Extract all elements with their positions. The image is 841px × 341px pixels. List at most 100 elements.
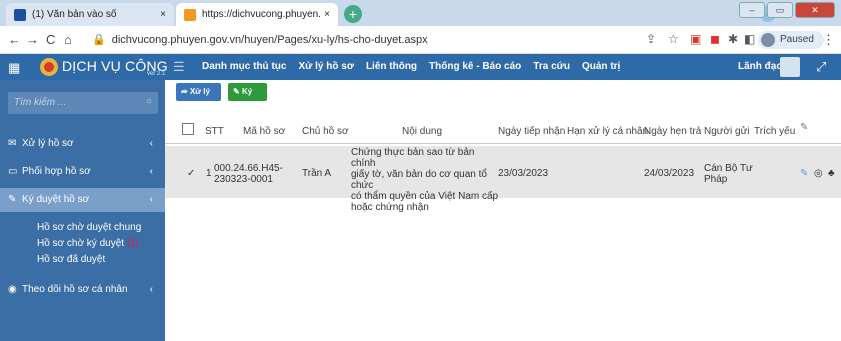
nguoi-gui-line-1: Cán Bộ Tư <box>704 163 753 174</box>
menu-xu-ly-ho-so[interactable]: Xử lý hồ sơ <box>298 61 353 72</box>
subitem-label: Hồ sơ đã duyệt <box>37 254 106 265</box>
reload-icon[interactable]: C <box>46 32 55 47</box>
col-ngay-tiep-nhan: Ngày tiếp nhận <box>498 126 566 137</box>
chevron-left-icon: ‹ <box>149 194 153 205</box>
select-all-checkbox[interactable] <box>182 123 194 135</box>
share-icon[interactable]: ⇪ <box>646 32 656 46</box>
profile-button[interactable]: Paused <box>758 31 824 49</box>
col-chu-ho-so: Chủ hồ sơ <box>302 126 349 137</box>
browser-menu-icon[interactable]: ⋮ <box>822 32 835 48</box>
menu-tra-cuu[interactable]: Tra cứu <box>533 61 570 72</box>
cell-stt: 1 <box>206 168 212 179</box>
ma-ho-so-line-2: 230323-0001 <box>214 174 273 185</box>
tab-close-icon[interactable]: × <box>160 9 166 20</box>
fullscreen-icon[interactable]: ⤢ <box>816 59 826 75</box>
envelope-icon: ✉ <box>8 138 17 149</box>
back-icon[interactable]: ← <box>8 32 21 47</box>
tab-title: (1) Văn bản vào sổ <box>32 9 117 20</box>
lock-icon: 🔒 <box>92 34 106 46</box>
ma-ho-so-line-1: 000.24.66.H45- <box>214 163 283 174</box>
user-role[interactable]: Lãnh đạo <box>738 61 782 72</box>
app-version: ver 2.1 <box>147 71 166 77</box>
sidebar-item-theo-doi-ho-so-ca-nhan[interactable]: ◉ Theo dõi hồ sơ cá nhân ‹ <box>0 278 165 302</box>
pencil-icon: ✎ <box>8 194 17 205</box>
menu-lien-thong[interactable]: Liên thông <box>366 61 417 72</box>
table-row[interactable]: ✓ 1 000.24.66.H45- 230323-0001 Trần A Ch… <box>165 146 841 213</box>
apps-grid-icon[interactable]: ▦ <box>8 60 20 76</box>
window-controls: – ▭ ✕ <box>739 2 835 18</box>
sidebar-item-xu-ly-ho-so[interactable]: ✉ Xử lý hồ sơ ‹ <box>0 132 165 156</box>
sidebar-item-label: Ký duyệt hồ sơ <box>22 194 90 205</box>
national-emblem-logo <box>40 58 58 76</box>
sidebar-subitem-cho-ky-duyet[interactable]: Hồ sơ chờ ký duyệt (1) <box>37 238 139 249</box>
menu-quan-tri[interactable]: Quản trị <box>582 61 620 72</box>
nguoi-gui-line-2: Pháp <box>704 174 728 185</box>
col-nguoi-gui: Người gửi <box>704 126 750 137</box>
menu-thong-ke-bao-cao[interactable]: Thống kê - Báo cáo <box>429 61 521 72</box>
subitem-label: Hồ sơ chờ ký duyệt <box>37 238 125 249</box>
forward-icon[interactable]: → <box>26 32 39 47</box>
sidebar-item-label: Theo dõi hồ sơ cá nhân <box>22 284 128 295</box>
pencil-icon: ✎ <box>233 87 240 96</box>
chevron-left-icon: ‹ <box>149 166 153 177</box>
attachment-icon[interactable]: ✎ <box>800 168 808 179</box>
search-placeholder: Tìm kiếm ... <box>14 97 67 108</box>
profile-status: Paused <box>780 34 814 45</box>
extensions-puzzle-icon[interactable]: ✱ <box>728 32 738 46</box>
tab-title: https://dichvucong.phuyen.gov <box>202 9 320 20</box>
col-noi-dung: Nội dung <box>402 126 443 137</box>
browser-tab-2[interactable]: https://dichvucong.phuyen.gov × <box>176 3 338 26</box>
home-icon[interactable]: ⌂ <box>64 32 72 47</box>
sidebar-subitem-cho-duyet-chung[interactable]: Hồ sơ chờ duyệt chung <box>37 222 141 233</box>
side-panel-icon[interactable]: ◧ <box>744 32 755 46</box>
app-header: ▦ DỊCH VỤ CÔNG ver 2.1 ☰ Danh mục thủ tụ… <box>0 54 841 80</box>
chevron-left-icon: ‹ <box>149 284 153 295</box>
digital-sign-button[interactable]: ✎ Ký số <box>228 83 267 114</box>
profile-avatar <box>761 33 775 47</box>
count-badge: (1) <box>126 238 140 249</box>
chevron-left-icon: ‹ <box>149 138 153 149</box>
sidebar-item-ky-duyet-ho-so[interactable]: ✎ Ký duyệt hồ sơ ‹ <box>0 188 165 212</box>
col-stt: STT <box>205 126 224 137</box>
extension-icon[interactable]: ▣ <box>690 32 701 46</box>
noi-dung-line: có thẩm quyền của Việt Nam cấp <box>351 191 499 202</box>
cell-ngay-tiep-nhan: 23/03/2023 <box>498 168 549 179</box>
noi-dung-line: Chứng thực bản sao từ bản chính <box>351 147 475 169</box>
workflow-tree-icon[interactable]: ♣ <box>828 168 835 179</box>
toolbar: ➦ Xử lý hồ sơ ✎ Ký số <box>165 80 841 114</box>
sidebar-item-phoi-hop-ho-so[interactable]: ▭ Phối hợp hồ sơ ‹ <box>0 160 165 184</box>
extension-red-icon[interactable]: ◼ <box>710 32 720 46</box>
bookmark-star-icon[interactable]: ☆ <box>668 32 679 46</box>
close-window-icon[interactable]: ✕ <box>795 2 835 18</box>
col-ngay-hen-tra: Ngày hẹn trả <box>644 126 702 137</box>
browser-tab-1[interactable]: (1) Văn bản vào sổ × <box>6 3 174 26</box>
tab-close-icon[interactable]: × <box>324 9 330 20</box>
tab-favicon-icon <box>14 8 26 21</box>
process-record-button[interactable]: ➦ Xử lý hồ sơ <box>176 83 221 114</box>
col-ma-ho-so: Mã hồ sơ <box>243 126 286 137</box>
cell-nguoi-gui: Cán Bộ Tư Pháp <box>704 163 753 185</box>
cell-chu-ho-so: Trần A <box>302 168 332 179</box>
menu-danh-muc-thu-tuc[interactable]: Danh mục thủ tục <box>202 61 286 72</box>
address-bar: ← → C ⌂ 🔒 dichvucong.phuyen.gov.vn/huyen/… <box>0 26 841 54</box>
minimize-icon[interactable]: – <box>739 2 765 18</box>
table-header: STT Mã hồ sơ Chủ hồ sơ Nội dung Ngày tiế… <box>165 118 841 144</box>
search-icon[interactable]: ○ <box>146 96 152 107</box>
sidebar-search-input[interactable]: Tìm kiếm ... ○ <box>8 92 158 114</box>
inbox-icon: ▭ <box>8 166 18 177</box>
subitem-label: Hồ sơ chờ duyệt chung <box>37 222 142 233</box>
paperclip-icon: ✎ <box>800 122 809 133</box>
user-avatar[interactable] <box>780 57 800 77</box>
sidebar-subitem-da-duyet[interactable]: Hồ sơ đã duyệt <box>37 254 105 265</box>
view-eye-icon[interactable]: ◎ <box>814 168 823 179</box>
new-tab-button[interactable]: + <box>344 5 362 23</box>
col-han-xu-ly: Hạn xử lý cá nhân <box>567 126 649 137</box>
share-arrow-icon: ➦ <box>181 87 188 96</box>
row-selected-check-icon[interactable]: ✓ <box>187 168 195 179</box>
maximize-icon[interactable]: ▭ <box>767 2 793 18</box>
cell-ngay-hen-tra: 24/03/2023 <box>644 168 695 179</box>
noi-dung-line: giấy tờ, văn bản do cơ quan tổ chức <box>351 169 487 191</box>
url-field[interactable]: 🔒 dichvucong.phuyen.gov.vn/huyen/Pages/xu… <box>92 33 428 46</box>
menu-toggle-icon[interactable]: ☰ <box>173 59 185 75</box>
sidebar: Tìm kiếm ... ○ ✉ Xử lý hồ sơ ‹ ▭ Phối hợ… <box>0 80 165 341</box>
